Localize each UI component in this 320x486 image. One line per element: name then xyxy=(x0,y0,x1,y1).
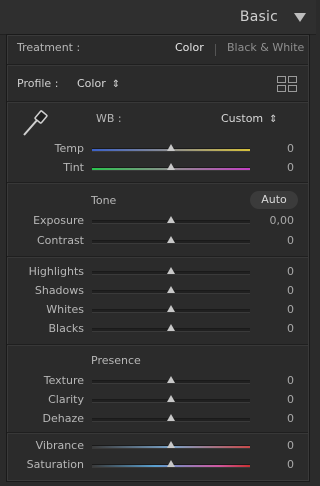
slider-thumb[interactable] xyxy=(167,305,175,312)
texture-slider[interactable] xyxy=(92,376,250,384)
clarity-slider[interactable] xyxy=(92,395,250,403)
highlights-label: Highlights xyxy=(28,265,84,278)
shadows-label: Shadows xyxy=(34,284,84,297)
shadows-slider[interactable] xyxy=(92,286,250,294)
slider-thumb[interactable] xyxy=(167,441,175,448)
tint-label: Tint xyxy=(63,161,84,174)
temp-label: Temp xyxy=(54,142,84,155)
vibrance-slider[interactable] xyxy=(92,441,250,449)
white-balance-eyedropper-icon[interactable] xyxy=(18,109,52,139)
collapse-triangle-icon[interactable] xyxy=(294,13,306,22)
slider-thumb[interactable] xyxy=(167,376,175,383)
exposure-slider[interactable] xyxy=(92,216,250,224)
texture-label: Texture xyxy=(43,374,84,387)
vibrance-label: Vibrance xyxy=(35,439,84,452)
slider-thumb[interactable] xyxy=(167,144,175,151)
divider xyxy=(7,101,308,102)
whites-slider[interactable] xyxy=(92,305,250,313)
clarity-value[interactable]: 0 xyxy=(287,393,294,406)
slider-thumb[interactable] xyxy=(167,324,175,331)
tone-heading: Tone xyxy=(91,194,117,207)
texture-value[interactable]: 0 xyxy=(287,374,294,387)
tint-slider[interactable] xyxy=(92,163,250,171)
contrast-value[interactable]: 0 xyxy=(287,234,294,247)
exposure-value[interactable]: 0,00 xyxy=(270,214,295,227)
highlights-slider[interactable] xyxy=(92,267,250,275)
saturation-value[interactable]: 0 xyxy=(287,458,294,471)
saturation-label: Saturation xyxy=(26,458,84,471)
divider xyxy=(7,432,308,433)
slider-thumb[interactable] xyxy=(167,267,175,274)
slider-thumb[interactable] xyxy=(167,460,175,467)
tone-auto-button[interactable]: Auto xyxy=(250,191,298,209)
slider-thumb[interactable] xyxy=(167,163,175,170)
panel-header[interactable]: Basic xyxy=(0,0,316,35)
wb-select[interactable]: Custom ⇕ xyxy=(221,112,278,125)
presence-heading: Presence xyxy=(91,354,141,367)
blacks-label: Blacks xyxy=(48,322,85,335)
divider xyxy=(7,256,308,257)
divider xyxy=(7,344,308,345)
profile-value: Color xyxy=(77,77,106,90)
slider-thumb[interactable] xyxy=(167,216,175,223)
dehaze-slider[interactable] xyxy=(92,414,250,422)
blacks-slider[interactable] xyxy=(92,324,250,332)
divider xyxy=(7,182,308,183)
vibrance-value[interactable]: 0 xyxy=(287,439,294,452)
contrast-label: Contrast xyxy=(36,234,84,247)
divider xyxy=(7,64,308,65)
slider-thumb[interactable] xyxy=(167,395,175,402)
highlights-value[interactable]: 0 xyxy=(287,265,294,278)
up-down-chevron-icon: ⇕ xyxy=(111,79,121,90)
temp-value[interactable]: 0 xyxy=(287,142,294,155)
panel-title: Basic xyxy=(239,9,278,25)
treatment-color-option[interactable]: Color xyxy=(175,41,204,54)
up-down-chevron-icon: ⇕ xyxy=(269,114,278,125)
slider-thumb[interactable] xyxy=(167,286,175,293)
clarity-label: Clarity xyxy=(48,393,84,406)
blacks-value[interactable]: 0 xyxy=(287,322,294,335)
slider-thumb[interactable] xyxy=(167,414,175,421)
dehaze-value[interactable]: 0 xyxy=(287,412,294,425)
profile-select[interactable]: Color ⇕ xyxy=(77,77,120,90)
tint-value[interactable]: 0 xyxy=(287,161,294,174)
treatment-divider xyxy=(215,44,216,56)
temp-slider[interactable] xyxy=(92,144,250,152)
exposure-label: Exposure xyxy=(33,214,84,227)
profile-browser-grid-icon[interactable] xyxy=(277,76,297,92)
dehaze-label: Dehaze xyxy=(42,412,85,425)
profile-label: Profile : xyxy=(17,77,59,90)
whites-value[interactable]: 0 xyxy=(287,303,294,316)
treatment-label: Treatment : xyxy=(17,41,81,54)
contrast-slider[interactable] xyxy=(92,236,250,244)
whites-label: Whites xyxy=(46,303,84,316)
treatment-bw-option[interactable]: Black & White xyxy=(227,41,304,54)
saturation-slider[interactable] xyxy=(92,460,250,468)
wb-label: WB : xyxy=(96,112,122,125)
shadows-value[interactable]: 0 xyxy=(287,284,294,297)
wb-value: Custom xyxy=(221,112,264,125)
slider-thumb[interactable] xyxy=(167,236,175,243)
